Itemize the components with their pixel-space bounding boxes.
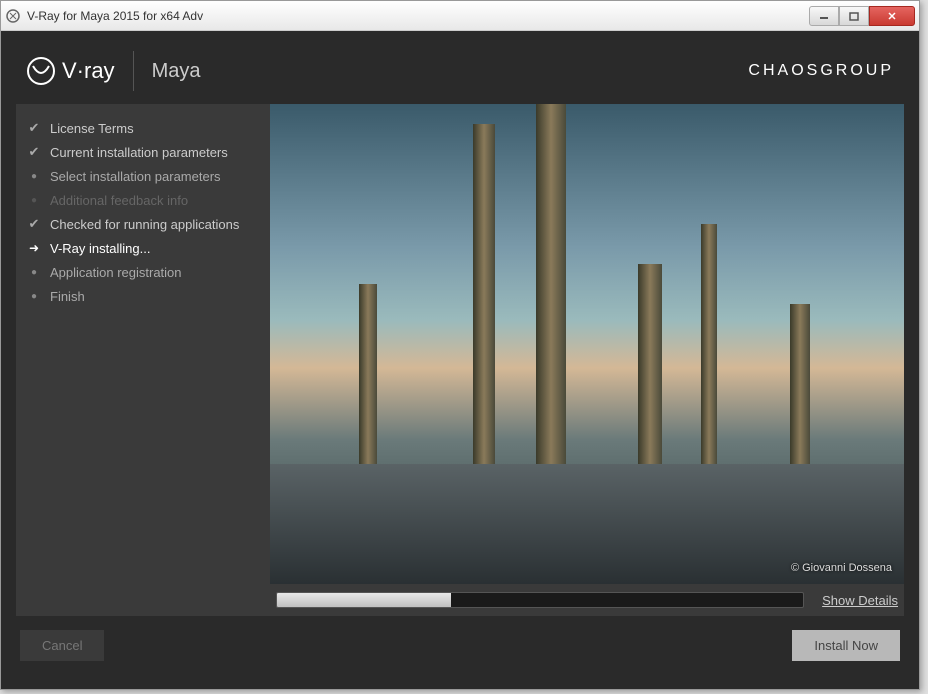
- step-license-terms: License Terms: [26, 116, 260, 140]
- show-details-link[interactable]: Show Details: [822, 593, 898, 608]
- step-app-registration: Application registration: [26, 260, 260, 284]
- step-label: Additional feedback info: [50, 193, 188, 208]
- step-label: License Terms: [50, 121, 134, 136]
- steps-sidebar: License Terms Current installation param…: [16, 104, 270, 616]
- close-button[interactable]: [869, 6, 915, 26]
- bullet-icon: [26, 168, 42, 184]
- installer-window: V-Ray for Maya 2015 for x64 Adv V·ray: [0, 0, 920, 690]
- preview-image: © Giovanni Dossena: [270, 104, 904, 584]
- check-icon: [26, 144, 42, 160]
- footer: Cancel Install Now: [16, 616, 904, 674]
- content-area: V·ray Maya CHAOSGROUP License Terms Curr…: [1, 31, 919, 689]
- step-label: Application registration: [50, 265, 182, 280]
- bullet-icon: [26, 264, 42, 280]
- step-finish: Finish: [26, 284, 260, 308]
- step-current-params: Current installation parameters: [26, 140, 260, 164]
- progress-bar: [276, 592, 804, 608]
- step-label: Finish: [50, 289, 85, 304]
- arrow-icon: [26, 240, 42, 256]
- step-select-params: Select installation parameters: [26, 164, 260, 188]
- vray-logo-icon: [26, 56, 56, 86]
- install-now-button[interactable]: Install Now: [792, 630, 900, 661]
- preview-panel: © Giovanni Dossena Show Details: [270, 104, 904, 616]
- progress-fill: [277, 593, 451, 607]
- minimize-button[interactable]: [809, 6, 839, 26]
- bullet-icon: [26, 288, 42, 304]
- window-title: V-Ray for Maya 2015 for x64 Adv: [27, 9, 809, 23]
- titlebar[interactable]: V-Ray for Maya 2015 for x64 Adv: [1, 1, 919, 31]
- maximize-icon: [849, 11, 859, 21]
- step-label: Current installation parameters: [50, 145, 228, 160]
- progress-row: Show Details: [270, 592, 904, 608]
- close-icon: [887, 11, 897, 21]
- vray-logo-text: V·ray: [62, 58, 115, 84]
- chaosgroup-logo: CHAOSGROUP: [748, 62, 894, 80]
- step-label: V-Ray installing...: [50, 241, 150, 256]
- header-divider: [133, 51, 134, 91]
- header: V·ray Maya CHAOSGROUP: [16, 46, 904, 96]
- main-area: License Terms Current installation param…: [16, 104, 904, 616]
- check-icon: [26, 120, 42, 136]
- window-controls: [809, 6, 915, 26]
- minimize-icon: [819, 11, 829, 21]
- maximize-button[interactable]: [839, 6, 869, 26]
- maya-logo: Maya: [152, 60, 201, 83]
- image-credit: © Giovanni Dossena: [791, 562, 892, 574]
- bullet-icon: [26, 192, 42, 208]
- cancel-button[interactable]: Cancel: [20, 630, 104, 661]
- app-icon: [5, 8, 21, 24]
- step-checked-apps: Checked for running applications: [26, 212, 260, 236]
- check-icon: [26, 216, 42, 232]
- step-feedback-info: Additional feedback info: [26, 188, 260, 212]
- step-label: Select installation parameters: [50, 169, 221, 184]
- step-label: Checked for running applications: [50, 217, 239, 232]
- step-vray-installing: V-Ray installing...: [26, 236, 260, 260]
- vray-logo: V·ray: [26, 56, 133, 86]
